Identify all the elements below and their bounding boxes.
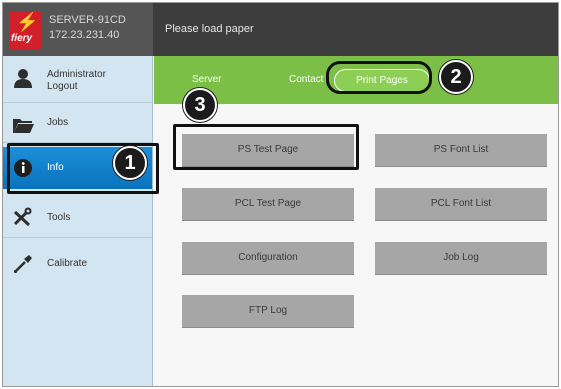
ftp-log-button[interactable]: FTP Log bbox=[182, 295, 354, 327]
configuration-button[interactable]: Configuration bbox=[182, 242, 354, 274]
sidebar-item-label: Calibrate bbox=[47, 258, 88, 269]
server-ip: 172.23.231.40 bbox=[49, 29, 120, 41]
ps-font-list-button[interactable]: PS Font List bbox=[375, 134, 547, 166]
tab-server[interactable]: Server bbox=[192, 74, 221, 85]
fiery-logo: ⚡ fiery bbox=[9, 11, 41, 49]
callout-badge-3: 3 bbox=[183, 88, 217, 122]
tab-contact[interactable]: Contact bbox=[289, 74, 323, 85]
sidebar-item-calibrate[interactable]: Calibrate bbox=[3, 238, 152, 286]
job-log-button[interactable]: Job Log bbox=[375, 242, 547, 274]
pcl-font-list-button[interactable]: PCL Font List bbox=[375, 188, 547, 220]
sidebar-item-tools[interactable]: Tools bbox=[3, 193, 152, 238]
sidebar-item-administrator[interactable]: Administrator Logout bbox=[3, 56, 152, 103]
callout-badge-2: 2 bbox=[439, 60, 473, 94]
callout-frame-print-pages bbox=[326, 61, 432, 94]
callout-badge-1: 1 bbox=[113, 146, 147, 180]
user-icon bbox=[14, 69, 32, 88]
app-window: ⚡ fiery SERVER-91CD 172.23.231.40 Please… bbox=[2, 2, 559, 387]
server-brand-panel: ⚡ fiery SERVER-91CD 172.23.231.40 bbox=[3, 3, 153, 56]
server-name: SERVER-91CD bbox=[49, 14, 126, 26]
sidebar-item-label: Administrator bbox=[47, 69, 106, 80]
sidebar-item-jobs[interactable]: Jobs bbox=[3, 103, 152, 143]
logout-link[interactable]: Logout bbox=[47, 81, 78, 93]
pcl-test-page-button[interactable]: PCL Test Page bbox=[182, 188, 354, 220]
tools-icon bbox=[13, 207, 32, 227]
sidebar-item-label: Tools bbox=[47, 212, 71, 223]
eyedropper-icon bbox=[13, 255, 32, 273]
folder-icon bbox=[13, 119, 34, 133]
sidebar-item-label: Jobs bbox=[47, 117, 69, 128]
status-message: Please load paper bbox=[165, 23, 254, 35]
fiery-bolt-icon: ⚡ bbox=[16, 12, 39, 32]
fiery-logo-text: fiery bbox=[11, 33, 33, 44]
top-bar: ⚡ fiery SERVER-91CD 172.23.231.40 Please… bbox=[3, 3, 558, 56]
callout-frame-ps-test-page bbox=[173, 124, 359, 170]
sidebar: Administrator Logout Jobs Info Tools Cal… bbox=[3, 56, 153, 386]
